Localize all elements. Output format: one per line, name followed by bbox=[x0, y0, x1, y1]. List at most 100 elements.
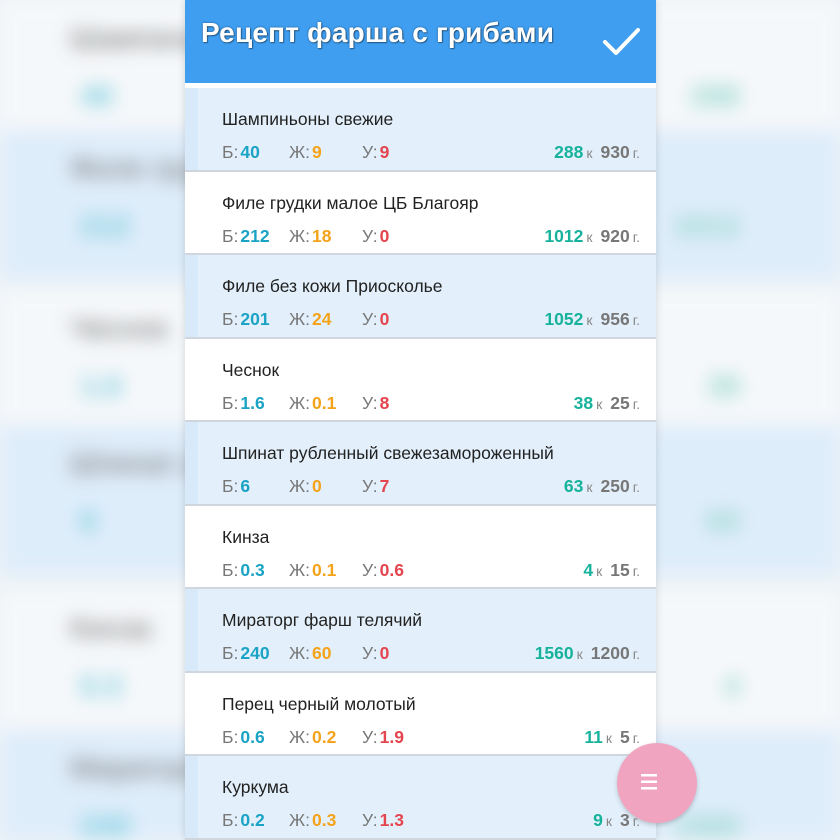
energy-weight: 1052 к 956 г. bbox=[544, 309, 640, 330]
carbs-value: 9 bbox=[379, 142, 390, 162]
ingredient-name: Мираторг фарш телячий bbox=[222, 610, 423, 630]
fat-value: 60 bbox=[312, 643, 332, 663]
protein-label: Б: bbox=[222, 309, 239, 329]
ingredient-row[interactable]: Кинза Б: 0.3 Ж: 0.1 У: 0.6 4 к 15 г. bbox=[185, 505, 656, 589]
ingredient-row[interactable]: Куркума Б: 0.2 Ж: 0.3 У: 1.3 9 к 3 г. bbox=[185, 756, 656, 840]
fat-value: 0.3 bbox=[312, 810, 337, 830]
fat-label: Ж: bbox=[289, 392, 311, 413]
fat-field: Ж: 60 bbox=[289, 643, 332, 664]
ingredient-name: Перец черный молотый bbox=[222, 693, 416, 714]
energy-weight: 63 к 250 г. bbox=[564, 476, 640, 497]
fat-field: Ж: 0.1 bbox=[289, 393, 336, 414]
ingredient-row[interactable]: Филе грудки малое ЦБ Благояр Б: 212 Ж: 18 … bbox=[185, 171, 656, 255]
carbs-value: 7 bbox=[379, 476, 390, 496]
protein-field: Б: 201 bbox=[222, 309, 270, 330]
protein-value: 0.3 bbox=[240, 559, 265, 580]
page-title: Рецепт фарша с грибами bbox=[201, 17, 555, 48]
carbs-label: У: bbox=[362, 309, 378, 329]
blurred-row-protein: 212 bbox=[80, 210, 131, 243]
fat-label: Ж: bbox=[289, 225, 311, 246]
protein-label: Б: bbox=[222, 726, 239, 747]
fat-value: 0.1 bbox=[312, 392, 337, 413]
ingredient-list: Шампиньоны свежие Б: 40 Ж: 9 У: 9 288 к 930 г.… bbox=[185, 88, 656, 840]
fat-value: 0 bbox=[312, 476, 322, 496]
blurred-row-kcal: 4 bbox=[723, 670, 740, 703]
carbs-field: У: 1.9 bbox=[362, 727, 404, 748]
protein-field: Б: 240 bbox=[222, 643, 270, 664]
carbs-value: 0 bbox=[379, 309, 390, 329]
checkmark-icon bbox=[603, 28, 640, 55]
kcal-unit: к bbox=[596, 395, 603, 412]
blurred-row-kcal: 1560 bbox=[673, 810, 740, 840]
kcal-value: 63 bbox=[563, 476, 584, 496]
ingredient-row[interactable]: Чеснок Б: 1.6 Ж: 0.1 У: 8 38 к 25 г. bbox=[185, 338, 656, 422]
weight-unit: г. bbox=[632, 145, 640, 161]
ingredient-row[interactable]: Шампиньоны свежие Б: 40 Ж: 9 У: 9 288 к 930 г. bbox=[185, 88, 656, 172]
ingredient-row[interactable]: Перец черный молотый Б: 0.6 Ж: 0.2 У: 1.9 1… bbox=[185, 672, 656, 756]
confirm-button[interactable] bbox=[596, 18, 646, 64]
kcal-unit: к bbox=[596, 562, 603, 579]
fat-label: Ж: bbox=[289, 810, 311, 830]
ingredient-name: Чеснок bbox=[222, 359, 280, 380]
protein-value: 0.2 bbox=[240, 810, 265, 830]
fat-label: Ж: bbox=[289, 476, 311, 496]
kcal-unit: к bbox=[586, 479, 593, 495]
protein-value: 201 bbox=[240, 309, 270, 329]
carbs-label: У: bbox=[362, 643, 378, 663]
recipe-screen: Рецепт фарша с грибами Шампиньоны свежие… bbox=[185, 0, 656, 840]
carbs-field: У: 0 bbox=[362, 226, 389, 247]
blurred-row-kcal: 63 bbox=[706, 505, 740, 538]
protein-label: Б: bbox=[222, 392, 239, 413]
fat-field: Ж: 9 bbox=[289, 142, 322, 163]
carbs-label: У: bbox=[362, 559, 378, 580]
kcal-value: 11 bbox=[584, 726, 603, 747]
menu-fab-button[interactable] bbox=[617, 743, 697, 823]
kcal-unit: к bbox=[586, 228, 593, 245]
fat-value: 9 bbox=[312, 142, 322, 162]
protein-label: Б: bbox=[222, 810, 239, 830]
ingredient-name: Филе грудки малое ЦБ Благояр bbox=[222, 192, 479, 213]
energy-weight: 1012 к 920 г. bbox=[544, 226, 640, 247]
kcal-value: 288 bbox=[554, 142, 584, 162]
carbs-field: У: 1.3 bbox=[362, 810, 404, 831]
blurred-row-kcal: 288 bbox=[689, 80, 740, 113]
blurred-row-protein: 6 bbox=[80, 505, 97, 538]
fat-label: Ж: bbox=[289, 559, 311, 580]
fat-field: Ж: 18 bbox=[289, 226, 332, 247]
weight-unit: г. bbox=[632, 562, 640, 579]
fat-field: Ж: 0 bbox=[289, 476, 322, 497]
protein-field: Б: 6 bbox=[222, 476, 250, 497]
protein-value: 212 bbox=[240, 225, 270, 246]
kcal-unit: к bbox=[586, 312, 593, 328]
menu-lines-icon bbox=[641, 774, 657, 790]
fat-field: Ж: 0.3 bbox=[289, 810, 336, 831]
ingredient-row[interactable]: Шпинат рубленный свежезамороженный Б: 6 Ж… bbox=[185, 422, 656, 506]
ingredient-row[interactable]: Мираторг фарш телячий Б: 240 Ж: 60 У: 0 156… bbox=[185, 589, 656, 673]
kcal-value: 1560 bbox=[534, 643, 574, 663]
energy-weight: 11 к 5 г. bbox=[584, 727, 640, 748]
protein-value: 240 bbox=[240, 643, 270, 663]
ingredient-name: Шампиньоны свежие bbox=[222, 109, 394, 129]
kcal-unit: к bbox=[576, 646, 583, 662]
weight-value: 3 bbox=[619, 810, 630, 830]
carbs-value: 0 bbox=[379, 643, 390, 663]
carbs-label: У: bbox=[362, 476, 378, 496]
kcal-value: 9 bbox=[593, 810, 603, 830]
protein-label: Б: bbox=[222, 225, 239, 246]
ingredient-name: Куркума bbox=[222, 777, 289, 797]
protein-value: 1.6 bbox=[240, 392, 265, 413]
carbs-label: У: bbox=[362, 392, 378, 413]
carbs-field: У: 0.6 bbox=[362, 560, 404, 581]
kcal-unit: к bbox=[605, 729, 612, 746]
carbs-field: У: 7 bbox=[362, 476, 389, 497]
weight-unit: г. bbox=[632, 312, 640, 328]
blurred-row-protein: 1.6 bbox=[80, 370, 122, 403]
fat-value: 24 bbox=[312, 309, 332, 329]
carbs-value: 8 bbox=[379, 392, 390, 413]
carbs-label: У: bbox=[362, 225, 378, 246]
ingredient-row[interactable]: Филе без кожи Приосколье Б: 201 Ж: 24 У: 0 … bbox=[185, 255, 656, 339]
carbs-value: 1.3 bbox=[379, 810, 404, 830]
fat-value: 0.1 bbox=[312, 559, 337, 580]
ingredient-name: Кинза bbox=[222, 526, 270, 547]
protein-field: Б: 1.6 bbox=[222, 393, 265, 414]
